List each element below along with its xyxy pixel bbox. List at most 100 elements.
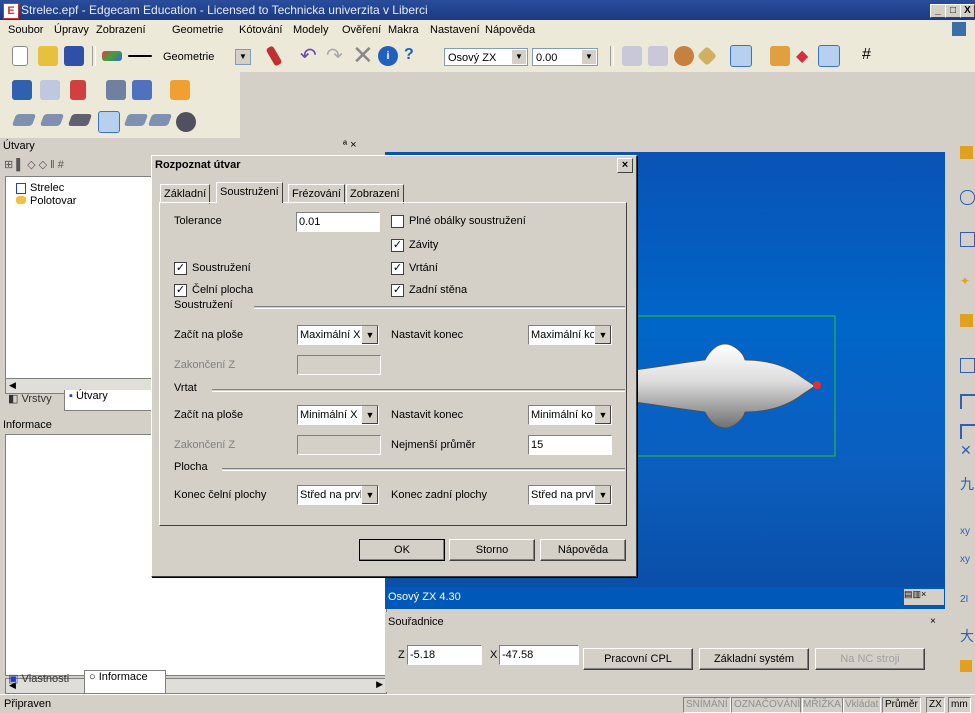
- tab-utvary[interactable]: ▪ Útvary: [64, 390, 152, 411]
- save-icon[interactable]: [64, 46, 84, 66]
- whats-this-icon[interactable]: ?: [404, 46, 424, 66]
- tool-circle-icon[interactable]: [960, 190, 975, 205]
- view-iso2-icon[interactable]: [39, 114, 65, 126]
- tool-fillet-icon[interactable]: [960, 424, 975, 439]
- redraw-icon[interactable]: ◆: [796, 46, 816, 66]
- tool-dim-icon[interactable]: [960, 358, 975, 373]
- status-prumer[interactable]: Průměr: [882, 697, 921, 713]
- restore-button[interactable]: □: [945, 4, 961, 18]
- tab-zakladni[interactable]: Základní: [160, 184, 211, 204]
- cpl-select[interactable]: Osový ZX ▼: [444, 48, 528, 66]
- view-cube-icon[interactable]: [730, 45, 752, 67]
- vrtani-checkbox[interactable]: ✓: [391, 262, 404, 275]
- redo-icon[interactable]: ↷: [326, 46, 346, 66]
- menu-napoveda[interactable]: Nápověda: [485, 24, 535, 36]
- info-icon[interactable]: i: [378, 46, 398, 66]
- coords-close-icon[interactable]: ×: [930, 616, 936, 627]
- color-icon[interactable]: [102, 51, 122, 61]
- view-iso1-icon[interactable]: [11, 114, 37, 126]
- tool-xy-icon[interactable]: xy: [960, 526, 970, 537]
- work-cpl-button[interactable]: Pracovní CPL: [583, 648, 693, 670]
- nejmensi-prumer-field[interactable]: 15: [528, 435, 612, 455]
- tab-soustruzeni[interactable]: Soustružení: [216, 182, 283, 203]
- z-coordinate-field[interactable]: -5.18: [407, 645, 482, 665]
- status-units[interactable]: mm: [948, 697, 971, 713]
- brush-icon[interactable]: [265, 45, 283, 67]
- tool-pen-icon[interactable]: [960, 660, 972, 672]
- soustruzeni-zacit-select[interactable]: Maximální X ▼: [297, 325, 379, 345]
- celni-plocha-checkbox[interactable]: ✓: [174, 284, 187, 297]
- solid-icon[interactable]: [674, 46, 694, 66]
- view-iso3-icon[interactable]: [67, 114, 93, 126]
- tool-fill-icon[interactable]: [960, 314, 973, 327]
- view-iso5-icon[interactable]: [123, 114, 149, 126]
- menu-makra[interactable]: Makra: [388, 24, 419, 36]
- status-zx[interactable]: ZX: [926, 697, 945, 713]
- geometry-layer-select[interactable]: Geometrie ▼: [160, 48, 252, 66]
- x-coordinate-field[interactable]: -47.58: [499, 645, 579, 665]
- feature-tools-icon[interactable]: ⊞ ▌ ◇ ◇ ‖ #: [4, 158, 64, 171]
- storno-button[interactable]: Storno: [449, 539, 535, 561]
- konec-celni-select[interactable]: Střed na prvl ▼: [297, 485, 379, 505]
- tab-informace[interactable]: ○ Informace: [84, 670, 166, 694]
- close-button[interactable]: X: [960, 4, 975, 18]
- dialog-close-button[interactable]: ×: [617, 158, 633, 173]
- konec-zadni-select[interactable]: Střed na prvl ▼: [528, 485, 612, 505]
- open-folder-icon[interactable]: [38, 46, 58, 66]
- tool-1-icon[interactable]: [960, 146, 973, 159]
- status-oznacovani[interactable]: OZNAČOVÁNÍ: [731, 697, 804, 713]
- soustruzeni-konec-select[interactable]: Maximální ko ▼: [528, 325, 612, 345]
- move-icon[interactable]: [697, 46, 717, 66]
- menu-modely[interactable]: Modely: [293, 24, 328, 36]
- base-system-button[interactable]: Základní systém: [699, 648, 809, 670]
- help-pointer-icon[interactable]: [952, 22, 966, 36]
- tolerance-field[interactable]: 0.01: [296, 212, 380, 232]
- menu-geometrie[interactable]: Geometrie: [172, 24, 223, 36]
- tool-xy2-icon[interactable]: xy: [960, 554, 970, 565]
- tab-zobrazeni-dialog[interactable]: Zobrazení: [346, 184, 404, 204]
- vrtat-konec-select[interactable]: Minimální ko ▼: [528, 405, 612, 425]
- shade-icon[interactable]: [770, 46, 790, 66]
- mode-edit-icon[interactable]: [132, 80, 152, 100]
- tool-rect-icon[interactable]: [960, 232, 975, 247]
- line-style-icon[interactable]: [128, 55, 152, 57]
- tool-2d-icon[interactable]: 2I: [960, 594, 968, 605]
- snap-grid-icon[interactable]: [648, 46, 668, 66]
- grid-icon[interactable]: #: [862, 46, 882, 66]
- soustruzeni-checkbox[interactable]: ✓: [174, 262, 187, 275]
- view-iso6-icon[interactable]: [147, 114, 173, 126]
- viewport-tab-controls[interactable]: ▤▥×: [904, 589, 944, 605]
- ok-button[interactable]: OK: [359, 539, 445, 561]
- view-wheel-icon[interactable]: [176, 112, 196, 132]
- zavity-checkbox[interactable]: ✓: [391, 239, 404, 252]
- view-iso4-icon[interactable]: [98, 111, 120, 133]
- menu-upravy[interactable]: Úpravy: [54, 24, 89, 36]
- tool-chamfer-icon[interactable]: [960, 394, 975, 409]
- menu-kotovani[interactable]: Kótování: [239, 24, 282, 36]
- layers-icon[interactable]: [818, 45, 840, 67]
- snap-icon[interactable]: [622, 46, 642, 66]
- undo-icon[interactable]: ↶: [300, 46, 320, 66]
- depth-select[interactable]: 0.00 ▼: [532, 48, 598, 66]
- new-file-icon[interactable]: [12, 46, 28, 66]
- mode-surface-icon[interactable]: [40, 80, 60, 100]
- menu-nastaveni[interactable]: Nastavení: [430, 24, 480, 36]
- help-button[interactable]: Nápověda: [540, 539, 626, 561]
- tab-vlastnosti[interactable]: ▣ Vlastnosti: [8, 672, 84, 692]
- menu-zobrazeni[interactable]: Zobrazení: [96, 24, 146, 36]
- status-vkladat[interactable]: Vkládat: [842, 697, 882, 713]
- tool-rotate-icon[interactable]: 大: [960, 626, 974, 646]
- zadni-stena-checkbox[interactable]: ✓: [391, 284, 404, 297]
- mode-mill-icon[interactable]: [106, 80, 126, 100]
- tool-trim-icon[interactable]: ✕: [960, 442, 972, 459]
- delete-icon[interactable]: ✕: [352, 42, 374, 68]
- minimize-button[interactable]: _: [930, 4, 946, 18]
- vrtat-zacit-select[interactable]: Minimální X ▼: [297, 405, 379, 425]
- status-snimani[interactable]: SNÍMÁNÍ: [683, 697, 731, 713]
- mode-design-icon[interactable]: [12, 80, 32, 100]
- tool-point-icon[interactable]: ✦: [960, 274, 973, 288]
- tab-frezovani[interactable]: Frézování: [288, 184, 345, 204]
- mode-gear-icon[interactable]: [170, 80, 190, 100]
- mode-turn-icon[interactable]: [70, 80, 86, 100]
- menu-overeni[interactable]: Ověření: [342, 24, 381, 36]
